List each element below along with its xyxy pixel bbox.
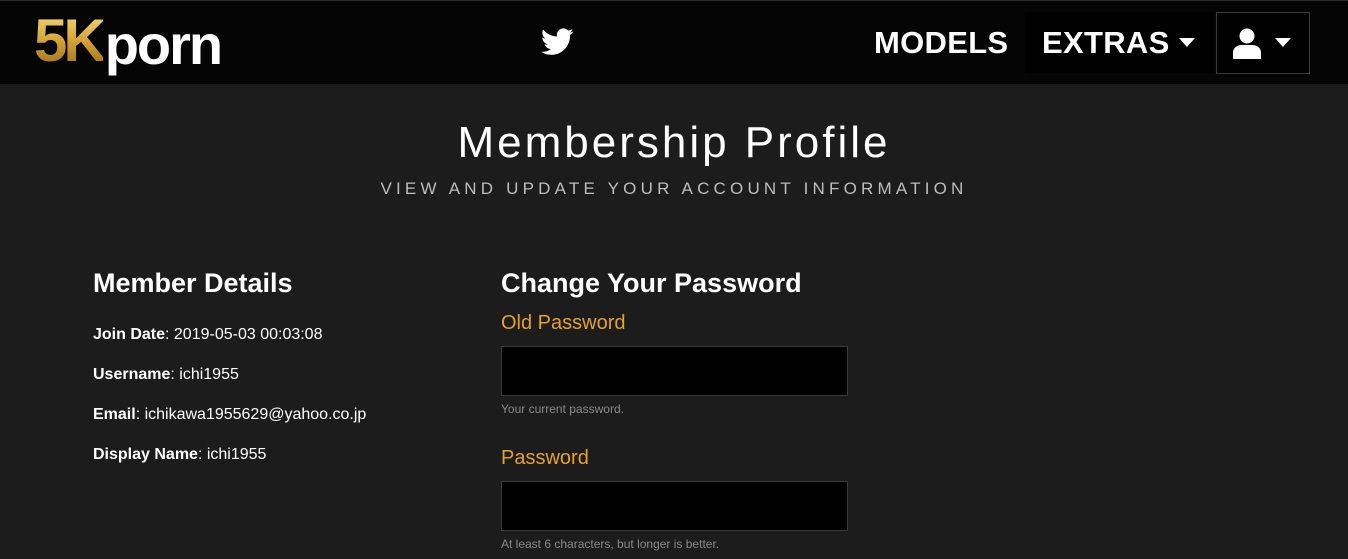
display-name-value: : ichi1955 bbox=[197, 446, 267, 463]
change-password-heading: Change Your Password bbox=[501, 268, 802, 298]
site-logo[interactable]: 5K porn bbox=[34, 7, 223, 76]
username-row: Username: ichi1955 bbox=[93, 364, 239, 386]
page-subtitle: VIEW AND UPDATE YOUR ACCOUNT INFORMATION bbox=[380, 179, 968, 198]
user-icon bbox=[1233, 28, 1261, 59]
chevron-down-icon bbox=[1275, 38, 1291, 47]
join-date-row: Join Date: 2019-05-03 00:03:08 bbox=[93, 324, 322, 346]
old-password-input[interactable] bbox=[501, 346, 848, 396]
chevron-down-icon bbox=[1179, 38, 1195, 47]
display-name-label: Display Name bbox=[93, 446, 198, 463]
password-label: Password bbox=[501, 447, 589, 469]
join-date-label: Join Date bbox=[93, 326, 166, 343]
nav-extras-label: EXTRAS bbox=[1042, 24, 1170, 60]
new-password-help: At least 6 characters, but longer is bet… bbox=[501, 537, 720, 551]
logo-porn-text: porn bbox=[104, 13, 223, 76]
old-password-help: Your current password. bbox=[501, 402, 624, 416]
nav-extras-dropdown[interactable]: EXTRAS bbox=[1026, 12, 1213, 73]
join-date-value: : 2019-05-03 00:03:08 bbox=[165, 326, 323, 343]
page-title: Membership Profile bbox=[457, 118, 891, 167]
username-label: Username bbox=[93, 366, 171, 383]
nav-models-link[interactable]: MODELS bbox=[874, 23, 1008, 63]
logo-5k-text: 5K bbox=[34, 7, 107, 74]
email-value: : ichikawa1955629@yahoo.co.jp bbox=[135, 406, 367, 423]
username-value: : ichi1955 bbox=[170, 366, 239, 383]
twitter-icon[interactable] bbox=[541, 28, 574, 56]
new-password-input[interactable] bbox=[501, 481, 848, 531]
top-navigation-bar: 5K porn MODELS EXTRAS bbox=[0, 0, 1348, 84]
user-menu-button[interactable] bbox=[1216, 12, 1310, 74]
email-row: Email: ichikawa1955629@yahoo.co.jp bbox=[93, 404, 366, 426]
old-password-label: Old Password bbox=[501, 312, 626, 334]
member-details-heading: Member Details bbox=[93, 268, 293, 298]
email-label: Email bbox=[93, 406, 136, 423]
display-name-row: Display Name: ichi1955 bbox=[93, 444, 266, 466]
